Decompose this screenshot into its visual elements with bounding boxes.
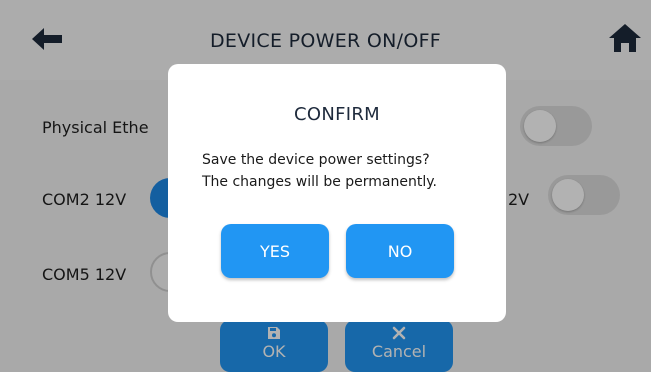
device-power-screen: DEVICE POWER ON/OFF Physical Ethe COM2 1… xyxy=(0,0,651,372)
dialog-message-line-2: The changes will be permanently. xyxy=(202,174,437,190)
dialog-message-line-1: Save the device power settings? xyxy=(202,152,430,168)
yes-button[interactable]: YES xyxy=(221,224,329,278)
dialog-message: Save the device power settings? The chan… xyxy=(202,149,437,193)
confirm-dialog: CONFIRM Save the device power settings? … xyxy=(168,64,506,322)
no-button[interactable]: NO xyxy=(346,224,454,278)
dialog-title: CONFIRM xyxy=(293,104,380,125)
